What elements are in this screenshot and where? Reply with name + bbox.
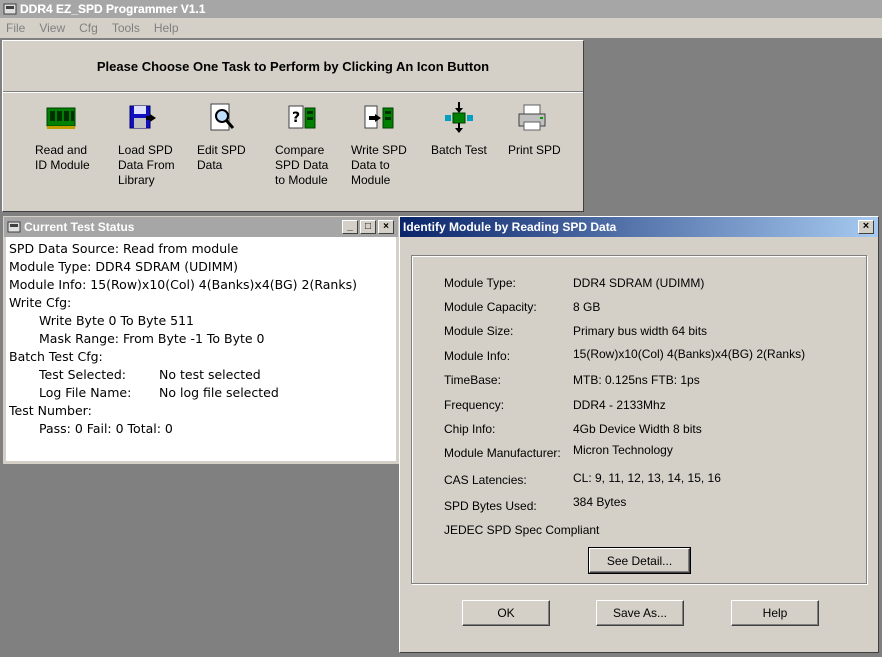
close-button[interactable]: × [378,220,394,234]
task-heading: Please Choose One Task to Perform by Cli… [3,41,583,92]
menu-file[interactable]: File [0,21,33,35]
floppy-load-icon [129,105,156,129]
compliance-text: JEDEC SPD Spec Compliant [444,523,600,537]
batch-test-icon [445,102,473,133]
info-value-cas: CL: 9, 11, 12, 13, 14, 15, 16 [573,471,721,485]
app-title: DDR4 EZ_SPD Programmer V1.1 [20,2,206,16]
status-window-title: Current Test Status [24,220,135,234]
printer-icon [518,104,546,131]
menu-tools[interactable]: Tools [106,21,148,35]
info-value-size: Primary bus width 64 bits [573,324,708,338]
task-read-id-module[interactable]: Read and ID Module [35,102,125,173]
menu-help[interactable]: Help [148,21,187,35]
task-edit-spd[interactable]: Edit SPD Data [197,102,287,173]
info-label-manufacturer: Module Manufacturer: [444,446,561,460]
status-module-info: Module Info: 15(Row)x10(Col) 4(Banks)x4(… [9,277,357,292]
dialog-title: Identify Module by Reading SPD Data [403,220,617,234]
status-log-file: Log File Name: No log file selected [39,385,279,400]
status-source: SPD Data Source: Read from module [9,241,239,256]
status-module-type: Module Type: DDR4 SDRAM (UDIMM) [9,259,239,274]
info-label-size: Module Size: [444,324,514,338]
status-text-area[interactable]: SPD Data Source: Read from module Module… [6,237,396,461]
window-icon [7,221,21,233]
status-test-selected: Test Selected: No test selected [39,367,261,382]
status-batch-cfg: Batch Test Cfg: [9,349,103,364]
magnifier-document-icon [210,103,235,131]
app-titlebar: DDR4 EZ_SPD Programmer V1.1 [0,0,882,18]
info-label-frequency: Frequency: [444,398,505,412]
status-window-titlebar: Current Test Status _ □ × [4,217,398,237]
task-panel: Please Choose One Task to Perform by Cli… [2,40,584,212]
minimize-button[interactable]: _ [342,220,358,234]
menu-view[interactable]: View [33,21,73,35]
info-label-module-type: Module Type: [444,276,516,290]
status-write-bytes: Write Byte 0 To Byte 511 [39,313,194,328]
svg-text:?: ? [292,110,300,126]
info-value-module-type: DDR4 SDRAM (UDIMM) [573,276,705,290]
write-module-icon [364,105,394,129]
status-write-cfg: Write Cfg: [9,295,72,310]
app-icon [3,3,17,15]
ok-button[interactable]: OK [462,600,550,626]
info-label-timebase: TimeBase: [444,373,501,387]
status-window: Current Test Status _ □ × SPD Data Sourc… [3,216,399,464]
save-as-button[interactable]: Save As... [596,600,684,626]
info-value-chip-info: 4Gb Device Width 8 bits [573,422,702,436]
info-value-manufacturer: Micron Technology [573,443,673,457]
maximize-button[interactable]: □ [360,220,376,234]
task-load-spd[interactable]: Load SPD Data From Library [118,102,208,188]
info-value-timebase: MTB: 0.125ns FTB: 1ps [573,373,700,387]
compare-icon: ? [288,105,316,129]
status-test-number: Test Number: [9,403,92,418]
dialog-titlebar: Identify Module by Reading SPD Data × [400,217,878,237]
menu-bar: File View Cfg Tools Help [0,18,882,38]
info-value-frequency: DDR4 - 2133Mhz [573,398,666,412]
status-counts: Pass: 0 Fail: 0 Total: 0 [39,421,173,436]
task-print-spd[interactable]: Print SPD [508,102,598,158]
info-label-bytes-used: SPD Bytes Used: [444,499,537,513]
info-label-capacity: Module Capacity: [444,300,537,314]
task-write-spd[interactable]: Write SPD Data to Module [351,102,441,188]
help-button[interactable]: Help [731,600,819,626]
info-value-capacity: 8 GB [573,300,601,314]
info-label-cas: CAS Latencies: [444,473,527,487]
info-value-bytes-used: 384 Bytes [573,495,627,509]
see-detail-button[interactable]: See Detail... [588,547,691,574]
memory-module-icon [46,107,76,129]
dialog-close-button[interactable]: × [858,220,874,234]
module-info-group: Module Type: DDR4 SDRAM (UDIMM) Module C… [411,255,867,584]
info-label-module-info: Module Info: [444,349,511,363]
info-label-chip-info: Chip Info: [444,422,496,436]
identify-module-dialog: Identify Module by Reading SPD Data × Mo… [399,216,879,653]
menu-cfg[interactable]: Cfg [73,21,106,35]
info-value-module-info: 15(Row)x10(Col) 4(Banks)x4(BG) 2(Ranks) [573,347,806,361]
status-mask-range: Mask Range: From Byte -1 To Byte 0 [39,331,265,346]
